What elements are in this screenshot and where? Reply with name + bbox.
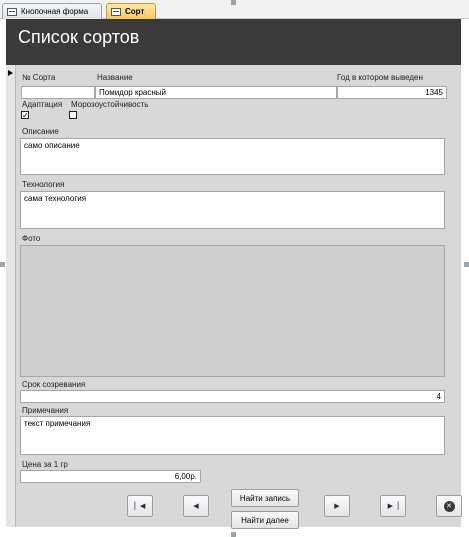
technology-field[interactable]: сама технология bbox=[20, 191, 445, 229]
ripening-field[interactable]: 4 bbox=[20, 390, 445, 403]
adaptation-label: Адаптация bbox=[22, 100, 63, 109]
last-record-icon: ▶▕ bbox=[387, 503, 399, 510]
first-record-button[interactable]: ▏◀ bbox=[127, 495, 153, 517]
frost-resistance-label: Морозоустойчивость bbox=[71, 100, 149, 109]
form-icon bbox=[111, 7, 121, 16]
window-resize-handle[interactable] bbox=[231, 0, 236, 5]
adaptation-checkbox[interactable]: ✓ bbox=[21, 111, 29, 120]
photo-label: Фото bbox=[22, 234, 41, 243]
find-next-button[interactable]: Найти далее bbox=[231, 511, 299, 529]
window-resize-handle[interactable] bbox=[231, 532, 236, 537]
previous-record-button[interactable]: ◀ bbox=[183, 495, 209, 517]
year-label: Год в котором выведен bbox=[337, 73, 423, 82]
last-record-button[interactable]: ▶▕ bbox=[380, 495, 406, 517]
find-record-button[interactable]: Найти запись bbox=[231, 489, 299, 507]
first-record-icon: ▏◀ bbox=[134, 503, 146, 510]
window-resize-handle[interactable] bbox=[0, 262, 5, 267]
name-field[interactable]: Помидор красный bbox=[95, 86, 337, 99]
notes-field[interactable]: текст примечания bbox=[20, 416, 445, 455]
year-field[interactable]: 1345 bbox=[337, 86, 447, 99]
record-selector[interactable] bbox=[6, 65, 16, 527]
description-label: Описание bbox=[22, 127, 59, 136]
ripening-label: Срок созревания bbox=[22, 380, 86, 389]
sort-number-field[interactable] bbox=[21, 86, 95, 99]
description-field[interactable]: само описание bbox=[20, 138, 445, 175]
previous-record-icon: ◀ bbox=[193, 503, 199, 510]
price-field[interactable]: 6,00р. bbox=[20, 470, 201, 483]
close-form-icon: ✕ bbox=[443, 500, 455, 512]
tab-label: Кнопочная форма bbox=[21, 7, 89, 16]
name-label: Название bbox=[97, 73, 133, 82]
window-resize-handle[interactable] bbox=[464, 262, 469, 267]
notes-label: Примечания bbox=[22, 406, 69, 415]
price-label: Цена за 1 гр bbox=[22, 460, 68, 469]
photo-frame[interactable] bbox=[20, 245, 445, 377]
current-record-icon bbox=[8, 70, 13, 76]
close-form-button[interactable]: ✕ bbox=[436, 495, 462, 517]
frost-resistance-checkbox[interactable] bbox=[69, 111, 77, 119]
tab-switchboard-form[interactable]: Кнопочная форма bbox=[2, 3, 102, 19]
tab-label: Сорт bbox=[125, 7, 145, 16]
page-title: Список сортов bbox=[18, 27, 140, 47]
next-record-icon: ▶ bbox=[334, 503, 340, 510]
next-record-button[interactable]: ▶ bbox=[324, 495, 350, 517]
sort-number-label: № Сорта bbox=[22, 73, 56, 82]
tab-sort-form[interactable]: Сорт bbox=[106, 3, 156, 19]
form-icon bbox=[7, 7, 17, 16]
technology-label: Технология bbox=[22, 180, 65, 189]
